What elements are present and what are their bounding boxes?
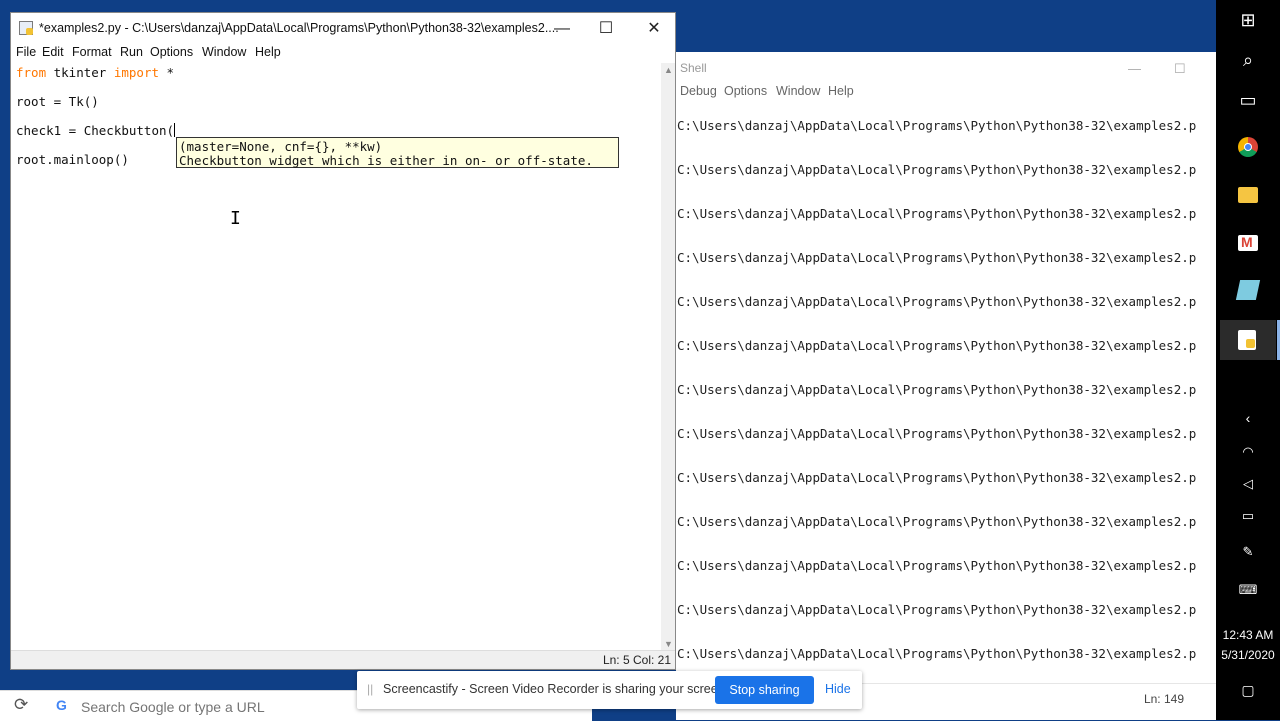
scroll-down-icon[interactable]: ▼ bbox=[664, 639, 673, 649]
google-icon: G bbox=[56, 697, 67, 713]
menu-run[interactable]: Run bbox=[120, 45, 143, 59]
keyword-import: import bbox=[113, 65, 159, 80]
maximize-button[interactable]: ☐ bbox=[591, 19, 621, 39]
code-line-5: check1 = Checkbutton( bbox=[16, 123, 176, 138]
python-shell-window[interactable]: Shell — ☐ Debug Options Window Help C:\U… bbox=[676, 52, 1216, 720]
shell-output-line: C:\Users\danzaj\AppData\Local\Programs\P… bbox=[677, 558, 1197, 573]
sharing-message: Screencastify - Screen Video Recorder is… bbox=[383, 682, 729, 696]
shell-output-line: C:\Users\danzaj\AppData\Local\Programs\P… bbox=[677, 646, 1197, 661]
idle-editor-window[interactable]: *examples2.py - C:\Users\danzaj\AppData\… bbox=[10, 12, 676, 670]
windows-start-icon[interactable]: ⊞ bbox=[1216, 10, 1280, 31]
file-explorer-icon[interactable] bbox=[1238, 187, 1258, 203]
python-idle-icon[interactable] bbox=[1238, 330, 1256, 350]
app-icon[interactable] bbox=[1235, 280, 1261, 300]
shell-minimize-button[interactable]: — bbox=[1128, 61, 1141, 76]
keyword-from: from bbox=[16, 65, 47, 80]
calltip-tooltip: (master=None, cnf={}, **kw) Checkbutton … bbox=[176, 137, 619, 168]
minimize-button[interactable]: — bbox=[547, 19, 577, 39]
shell-menu-options[interactable]: Options bbox=[724, 84, 767, 98]
pen-icon[interactable]: ✎ bbox=[1216, 544, 1280, 560]
shell-maximize-button[interactable]: ☐ bbox=[1174, 61, 1186, 77]
battery-icon[interactable]: ▭ bbox=[1216, 508, 1280, 524]
calltip-docstring: Checkbutton widget which is either in on… bbox=[179, 153, 593, 168]
windows-taskbar: ⊞ ⌕ ▭ ‹ ◠ ◁ ▭ ✎ ⌨ 12:43 AM 5/31/2020 ▢ bbox=[1216, 0, 1280, 720]
code-text: check1 = Checkbutton( bbox=[16, 123, 175, 138]
shell-menu-help[interactable]: Help bbox=[828, 84, 854, 98]
shell-output-line: C:\Users\danzaj\AppData\Local\Programs\P… bbox=[677, 426, 1197, 441]
wifi-icon[interactable]: ◠ bbox=[1216, 444, 1280, 460]
scroll-up-icon[interactable]: ▲ bbox=[664, 65, 673, 75]
keyboard-icon[interactable]: ⌨ bbox=[1216, 582, 1280, 598]
cursor-position: Ln: 5 Col: 21 bbox=[602, 653, 671, 667]
code-text: tkinter bbox=[46, 65, 114, 80]
shell-output-line: C:\Users\danzaj\AppData\Local\Programs\P… bbox=[677, 294, 1197, 309]
idle-file-icon bbox=[19, 21, 33, 35]
editor-vertical-scrollbar[interactable]: ▲ ▼ bbox=[661, 63, 675, 651]
stop-sharing-button[interactable]: Stop sharing bbox=[715, 676, 814, 704]
editor-statusbar: Ln: 5 Col: 21 bbox=[11, 650, 675, 669]
notifications-icon[interactable]: ▢ bbox=[1216, 682, 1280, 699]
gmail-icon[interactable] bbox=[1238, 234, 1258, 251]
ibeam-cursor-icon: I bbox=[230, 208, 241, 229]
reload-icon[interactable]: ⟳ bbox=[14, 695, 28, 715]
editor-menubar: File Edit Format Run Options Window Help bbox=[11, 45, 675, 63]
code-line-3: root = Tk() bbox=[16, 94, 99, 109]
close-button[interactable]: ✕ bbox=[639, 19, 669, 39]
shell-output-line: C:\Users\danzaj\AppData\Local\Programs\P… bbox=[677, 470, 1197, 485]
shell-menubar: Debug Options Window Help bbox=[676, 84, 1216, 104]
code-line-7: root.mainloop() bbox=[16, 152, 129, 167]
chrome-icon[interactable] bbox=[1238, 137, 1258, 157]
text-caret bbox=[174, 123, 176, 137]
editor-title: *examples2.py - C:\Users\danzaj\AppData\… bbox=[39, 21, 559, 35]
menu-help[interactable]: Help bbox=[255, 45, 281, 59]
shell-output-line: C:\Users\danzaj\AppData\Local\Programs\P… bbox=[677, 162, 1197, 177]
shell-line-indicator: Ln: 149 bbox=[1143, 692, 1184, 706]
code-text: * bbox=[159, 65, 175, 80]
shell-output-line: C:\Users\danzaj\AppData\Local\Programs\P… bbox=[677, 338, 1197, 353]
menu-window[interactable]: Window bbox=[202, 45, 246, 59]
shell-output-line: C:\Users\danzaj\AppData\Local\Programs\P… bbox=[677, 514, 1197, 529]
code-line-1: from tkinter import * bbox=[16, 65, 174, 80]
drag-handle-icon[interactable]: || bbox=[367, 682, 373, 696]
screencastify-sharing-bar: || Screencastify - Screen Video Recorder… bbox=[357, 671, 862, 709]
shell-menu-window[interactable]: Window bbox=[776, 84, 820, 98]
hide-button[interactable]: Hide bbox=[825, 682, 851, 696]
task-view-icon[interactable]: ▭ bbox=[1216, 90, 1280, 111]
chevron-left-icon[interactable]: ‹ bbox=[1216, 410, 1280, 426]
shell-output-line: C:\Users\danzaj\AppData\Local\Programs\P… bbox=[677, 118, 1197, 133]
clock-time[interactable]: 12:43 AM bbox=[1216, 628, 1280, 642]
shell-menu-debug[interactable]: Debug bbox=[680, 84, 717, 98]
search-icon[interactable]: ⌕ bbox=[1216, 50, 1280, 71]
shell-titlebar[interactable]: Shell — ☐ bbox=[676, 52, 1216, 84]
calltip-signature: (master=None, cnf={}, **kw) bbox=[179, 139, 383, 154]
menu-options[interactable]: Options bbox=[150, 45, 193, 59]
shell-output-line: C:\Users\danzaj\AppData\Local\Programs\P… bbox=[677, 382, 1197, 397]
menu-edit[interactable]: Edit bbox=[42, 45, 64, 59]
shell-output-line: C:\Users\danzaj\AppData\Local\Programs\P… bbox=[677, 206, 1197, 221]
menu-file[interactable]: File bbox=[16, 45, 36, 59]
volume-icon[interactable]: ◁ bbox=[1216, 476, 1280, 492]
menu-format[interactable]: Format bbox=[72, 45, 112, 59]
clock-date[interactable]: 5/31/2020 bbox=[1216, 648, 1280, 662]
editor-titlebar[interactable]: *examples2.py - C:\Users\danzaj\AppData\… bbox=[11, 13, 675, 45]
shell-output-line: C:\Users\danzaj\AppData\Local\Programs\P… bbox=[677, 250, 1197, 265]
shell-output-line: C:\Users\danzaj\AppData\Local\Programs\P… bbox=[677, 602, 1197, 617]
shell-title: Shell bbox=[680, 61, 707, 75]
